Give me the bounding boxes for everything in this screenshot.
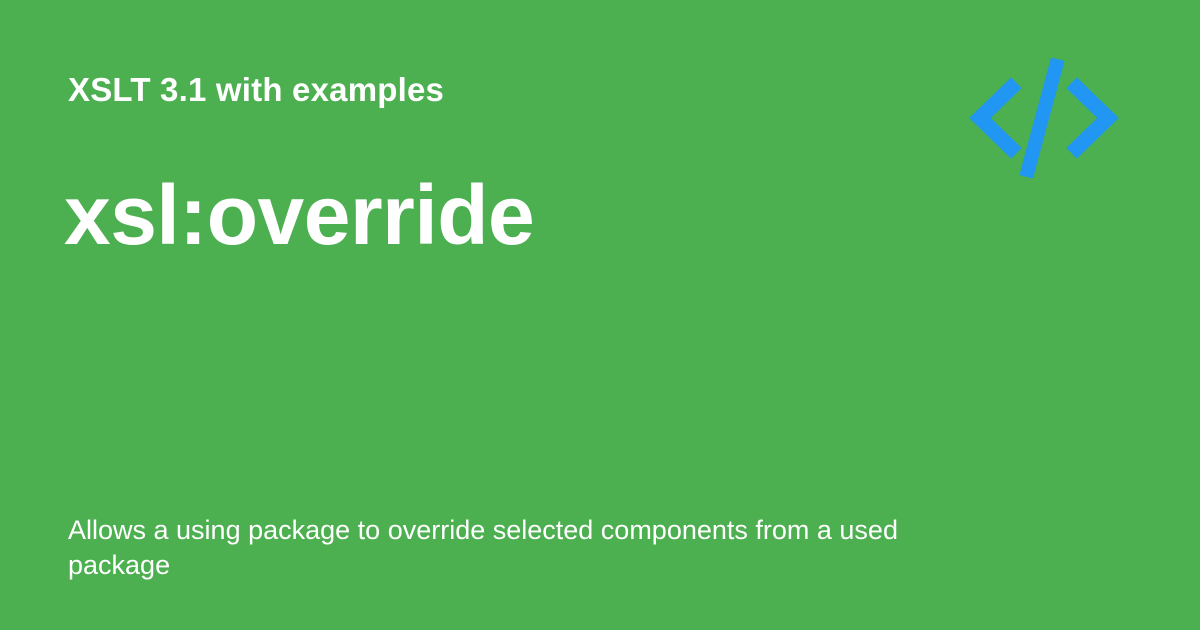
- code-brackets-icon: [969, 58, 1119, 178]
- left-chevron: [969, 77, 1022, 159]
- slash: [1019, 58, 1065, 178]
- series-title: XSLT 3.1 with examples: [68, 71, 445, 108]
- right-chevron: [1066, 77, 1119, 159]
- page-description: Allows a using package to override selec…: [68, 515, 898, 580]
- social-card: XSLT 3.1 with examples xsl:override Allo…: [0, 0, 1200, 630]
- page-title: xsl:override: [64, 168, 535, 262]
